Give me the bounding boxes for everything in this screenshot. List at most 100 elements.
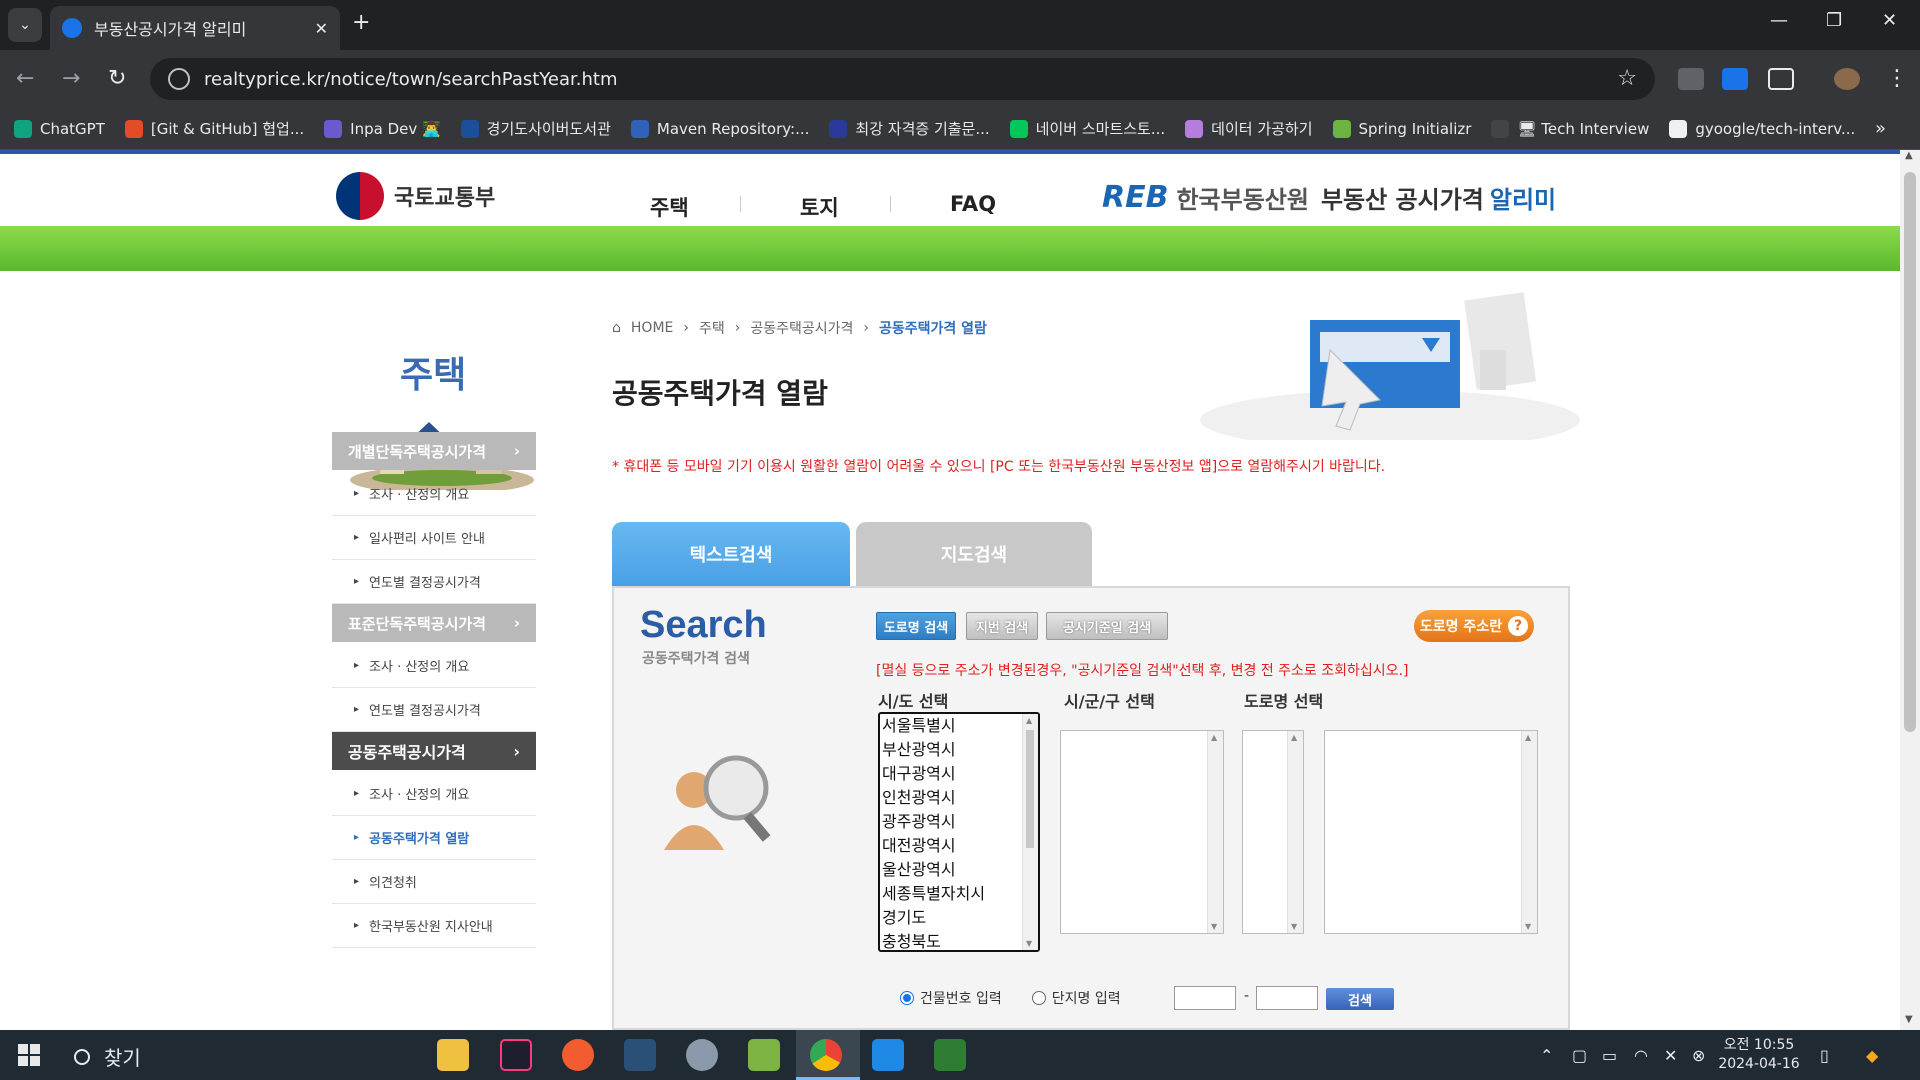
- search-submit-button[interactable]: 검색: [1326, 988, 1394, 1010]
- sidebar-item[interactable]: ▸ 연도별 결정공시가격: [332, 688, 536, 732]
- listbox-scrollbar[interactable]: ▲ ▼: [1521, 731, 1537, 933]
- bookmark-item[interactable]: 데이터 가공하기: [1185, 118, 1313, 139]
- tray-device-icon[interactable]: ▢: [1572, 1046, 1587, 1065]
- postman-icon[interactable]: [562, 1039, 594, 1071]
- media-player-icon[interactable]: [934, 1039, 966, 1071]
- nav-land[interactable]: 토지: [800, 192, 839, 222]
- site-info-icon[interactable]: [168, 68, 190, 90]
- bookmark-item[interactable]: [Git & GitHub] 협업...: [124, 118, 304, 139]
- breadcrumb-house[interactable]: 주택: [699, 318, 725, 338]
- lot-number-search-button[interactable]: 지번 검색: [966, 612, 1038, 640]
- close-window-icon[interactable]: ✕: [1882, 10, 1897, 31]
- tray-overflow-icon[interactable]: ⌃: [1540, 1046, 1553, 1065]
- reb-logo[interactable]: REB 한국부동산원 부동산 공시가격 알리미: [1102, 180, 1556, 215]
- bookmark-item[interactable]: 최강 자격증 기출문...: [829, 118, 990, 139]
- sido-option[interactable]: 인천광역시: [880, 786, 1038, 810]
- sido-listbox[interactable]: 서울특별시 부산광역시 대구광역시 인천광역시 광주광역시 대전광역시 울산광역시 세종특별자…: [878, 712, 1040, 952]
- battery-icon[interactable]: ▭: [1602, 1046, 1617, 1065]
- sido-option[interactable]: 충청북도: [880, 930, 1038, 950]
- listbox-scrollbar[interactable]: ▲ ▼: [1287, 731, 1303, 933]
- bookmark-item[interactable]: Inpa Dev 👨‍💻: [324, 119, 441, 138]
- sido-option[interactable]: 대구광역시: [880, 762, 1038, 786]
- complex-name-radio[interactable]: [1031, 991, 1046, 1005]
- sidebar-section-0[interactable]: 개별단독주택공시가격 ›: [332, 432, 536, 470]
- sidebar-item[interactable]: ▸ 공동주택가격 열람: [332, 816, 536, 860]
- sidebar-section-1[interactable]: 표준단독주택공시가격 ›: [332, 604, 536, 642]
- bookmark-star-icon[interactable]: ☆: [1617, 66, 1637, 91]
- minimize-icon[interactable]: —: [1770, 10, 1788, 31]
- windows-start-icon[interactable]: [18, 1044, 40, 1066]
- sido-option[interactable]: 울산광역시: [880, 858, 1038, 882]
- breadcrumb-apt-price[interactable]: 공동주택공시가격: [750, 318, 853, 338]
- taskbar-search[interactable]: 찾기: [74, 1042, 141, 1071]
- building-sub-number-input[interactable]: [1256, 986, 1318, 1010]
- sidebar-section-2[interactable]: 공동주택공시가격 ›: [332, 732, 536, 770]
- address-bar[interactable]: realtyprice.kr/notice/town/searchPastYea…: [150, 58, 1655, 100]
- notification-off-icon[interactable]: ⊗: [1692, 1046, 1705, 1065]
- taskbar-clock[interactable]: 오전 10:55 2024-04-16: [1714, 1036, 1804, 1074]
- page-scroll-thumb[interactable]: [1904, 172, 1916, 732]
- sidebar-item[interactable]: ▸ 일사편리 사이트 안내: [332, 516, 536, 560]
- bookmark-item[interactable]: gyoogle/tech-interv...: [1669, 119, 1855, 138]
- settings-gear-icon[interactable]: [686, 1039, 718, 1071]
- browser-tab[interactable]: 부동산공시가격 알리미 ✕: [50, 6, 340, 50]
- file-explorer-icon[interactable]: [437, 1039, 469, 1071]
- road-name-search-button[interactable]: 도로명 검색: [876, 612, 956, 640]
- extension-icon[interactable]: [1722, 68, 1748, 90]
- kakaotalk-icon[interactable]: [748, 1039, 780, 1071]
- intellij-icon[interactable]: [500, 1039, 532, 1071]
- sido-option[interactable]: 광주광역시: [880, 810, 1038, 834]
- sidebar-item[interactable]: ▸ 조사 · 산정의 개요: [332, 644, 536, 688]
- back-icon[interactable]: ←: [16, 66, 34, 91]
- sigungu-listbox[interactable]: ▲ ▼: [1060, 730, 1224, 934]
- sido-option[interactable]: 경기도: [880, 906, 1038, 930]
- forward-icon[interactable]: →: [62, 66, 80, 91]
- copilot-icon[interactable]: ◆: [1866, 1046, 1878, 1065]
- sido-option[interactable]: 대전광역시: [880, 834, 1038, 858]
- sidebar-item[interactable]: ▸ 의견청취: [332, 860, 536, 904]
- profile-avatar[interactable]: [1834, 68, 1860, 90]
- more-bookmarks-icon[interactable]: »: [1875, 118, 1886, 139]
- sidebar-item[interactable]: ▸ 한국부동산원 지사안내: [332, 904, 536, 948]
- bookmark-item[interactable]: Spring Initializr: [1332, 119, 1471, 138]
- sidebar-item[interactable]: ▸ 조사 · 산정의 개요: [332, 472, 536, 516]
- sido-option[interactable]: 세종특별자치시: [880, 882, 1038, 906]
- sidebar-item[interactable]: ▸ 연도별 결정공시가격: [332, 560, 536, 604]
- bookmark-item[interactable]: 네이버 스마트스토...: [1009, 118, 1165, 139]
- chrome-icon[interactable]: [810, 1039, 842, 1071]
- nav-faq[interactable]: FAQ: [950, 192, 996, 216]
- notification-center-icon[interactable]: ▯: [1820, 1046, 1829, 1065]
- tab-close-icon[interactable]: ✕: [315, 19, 328, 38]
- listbox-scrollbar[interactable]: ▲ ▼: [1022, 714, 1038, 950]
- reload-icon[interactable]: ↻: [108, 66, 126, 91]
- nav-house[interactable]: 주택: [650, 192, 689, 222]
- road-name-listbox[interactable]: ▲ ▼: [1324, 730, 1538, 934]
- breadcrumb-home[interactable]: HOME: [631, 320, 673, 336]
- building-main-number-input[interactable]: [1174, 986, 1236, 1010]
- bookmark-item[interactable]: 🖥 Tech Interview: [1491, 119, 1649, 138]
- sido-option[interactable]: 서울특별시: [880, 714, 1038, 738]
- tab-map-search[interactable]: 지도검색: [856, 522, 1092, 586]
- tab-text-search[interactable]: 텍스트검색: [612, 522, 850, 586]
- listbox-scrollbar[interactable]: ▲ ▼: [1207, 731, 1223, 933]
- extensions-puzzle-icon[interactable]: [1768, 68, 1794, 90]
- volume-muted-icon[interactable]: ✕: [1664, 1046, 1677, 1065]
- browser-menu-icon[interactable]: ⋮: [1886, 66, 1908, 91]
- bookmark-item[interactable]: ChatGPT: [14, 119, 105, 138]
- road-address-guide-button[interactable]: 도로명 주소란 ?: [1414, 610, 1534, 642]
- sido-option[interactable]: 부산광역시: [880, 738, 1038, 762]
- ministry-logo[interactable]: 국토교통부: [336, 172, 495, 220]
- bookmark-item[interactable]: 경기도사이버도서관: [460, 118, 611, 139]
- sidebar-item[interactable]: ▸ 조사 · 산정의 개요: [332, 772, 536, 816]
- road-initial-listbox[interactable]: ▲ ▼: [1242, 730, 1304, 934]
- base-date-search-button[interactable]: 공시기준일 검색: [1046, 612, 1168, 640]
- building-number-radio[interactable]: [900, 991, 914, 1005]
- restore-icon[interactable]: ❐: [1826, 10, 1842, 31]
- wifi-icon[interactable]: ◠: [1634, 1046, 1648, 1065]
- page-scrollbar[interactable]: ▲ ▼: [1900, 150, 1920, 1030]
- new-tab-button[interactable]: +: [352, 10, 370, 35]
- bookmark-item[interactable]: Maven Repository:...: [630, 119, 809, 138]
- tab-search-menu-button[interactable]: ⌄: [8, 8, 42, 42]
- extension-icon[interactable]: [1678, 68, 1704, 90]
- mysql-workbench-icon[interactable]: [624, 1039, 656, 1071]
